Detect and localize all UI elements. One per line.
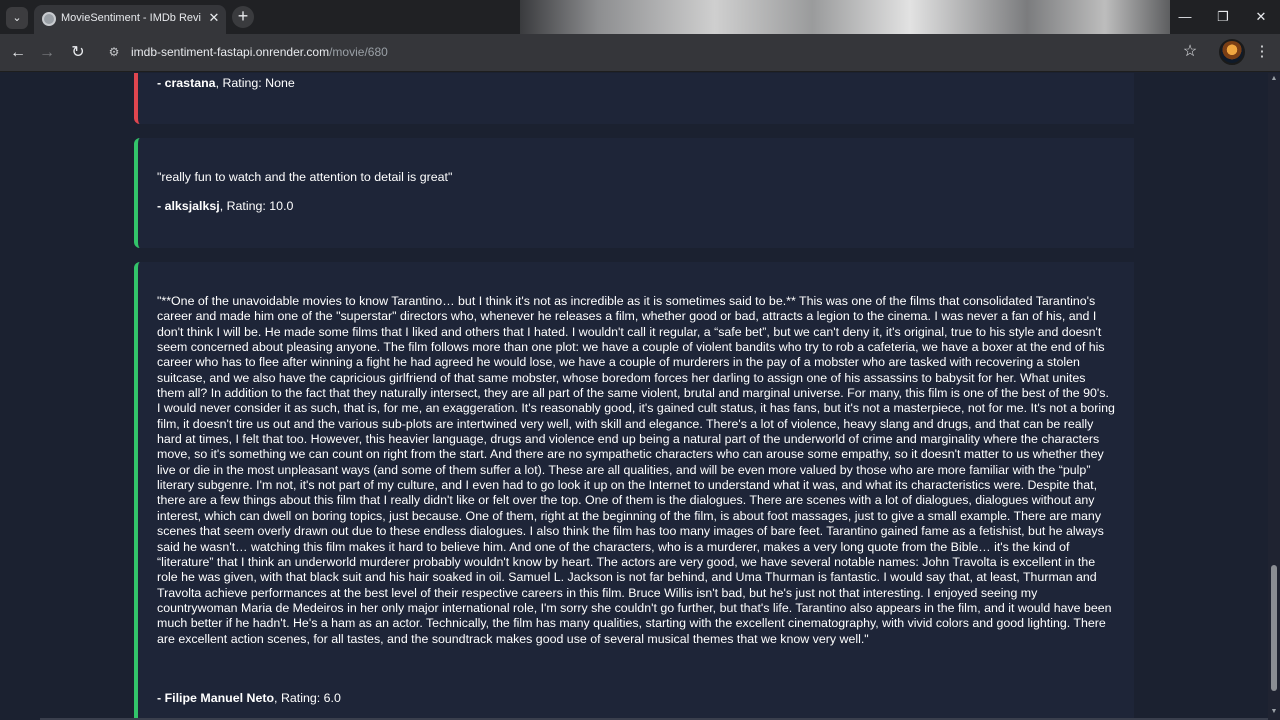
review-card: "really fun to watch and the attention t… (134, 138, 1134, 248)
review-card: - crastana, Rating: None (134, 73, 1134, 124)
review-rating: Rating: None (222, 76, 295, 90)
page-scrollbar[interactable]: ▲ ▼ (1268, 73, 1280, 720)
back-arrow-icon[interactable]: ← (7, 42, 29, 64)
address-bar[interactable]: imdb-sentiment-fastapi.onrender.com/movi… (131, 45, 388, 59)
page-viewport: - crastana, Rating: None "really fun to … (0, 73, 1268, 720)
review-meta: - Filipe Manuel Neto, Rating: 6.0 (157, 691, 341, 705)
profile-avatar[interactable] (1219, 39, 1245, 65)
tab-active[interactable]: MovieSentiment - IMDb Review ✕ (34, 5, 226, 34)
review-text: "**One of the unavoidable movies to know… (157, 294, 1115, 646)
window-close-icon[interactable]: ✕ (1242, 0, 1280, 34)
review-meta: - crastana, Rating: None (157, 76, 295, 90)
reload-icon[interactable]: ↻ (67, 42, 89, 64)
browser-toolbar: ← → ↻ ⚙ imdb-sentiment-fastapi.onrender.… (0, 34, 1280, 72)
bookmark-star-icon[interactable]: ☆ (1180, 42, 1200, 62)
close-icon[interactable]: ✕ (206, 10, 222, 26)
review-text: "really fun to watch and the attention t… (157, 170, 453, 184)
review-meta: - alksjalksj, Rating: 10.0 (157, 199, 294, 213)
minimize-icon[interactable]: — (1166, 0, 1204, 34)
scrollbar-thumb[interactable] (1271, 565, 1277, 691)
url-host: imdb-sentiment-fastapi.onrender.com (131, 45, 330, 59)
review-rating: Rating: 10.0 (226, 199, 294, 213)
review-rating: Rating: 6.0 (280, 691, 341, 705)
review-author: - Filipe Manuel Neto (157, 691, 275, 705)
new-tab-button[interactable]: + (232, 6, 254, 28)
site-info-icon[interactable]: ⚙ (106, 44, 122, 60)
tab-search-button[interactable]: ⌄ (6, 7, 28, 29)
kebab-menu-icon[interactable]: ⋮ (1252, 42, 1272, 62)
review-author: - alksjalksj (157, 199, 220, 213)
maximize-icon[interactable]: ❐ (1204, 0, 1242, 34)
url-path: /movie/680 (329, 45, 388, 59)
globe-icon (42, 12, 56, 26)
scroll-down-icon[interactable]: ▼ (1270, 708, 1278, 716)
forward-arrow-icon[interactable]: → (36, 42, 58, 64)
tab-strip: ⌄ MovieSentiment - IMDb Review ✕ + — ❐ ✕ (0, 0, 1280, 34)
review-author: - crastana (157, 76, 216, 90)
browser-theme-background (520, 0, 1170, 34)
tab-title: MovieSentiment - IMDb Review (61, 12, 201, 24)
review-card: "**One of the unavoidable movies to know… (134, 262, 1134, 720)
scroll-up-icon[interactable]: ▲ (1270, 75, 1278, 83)
